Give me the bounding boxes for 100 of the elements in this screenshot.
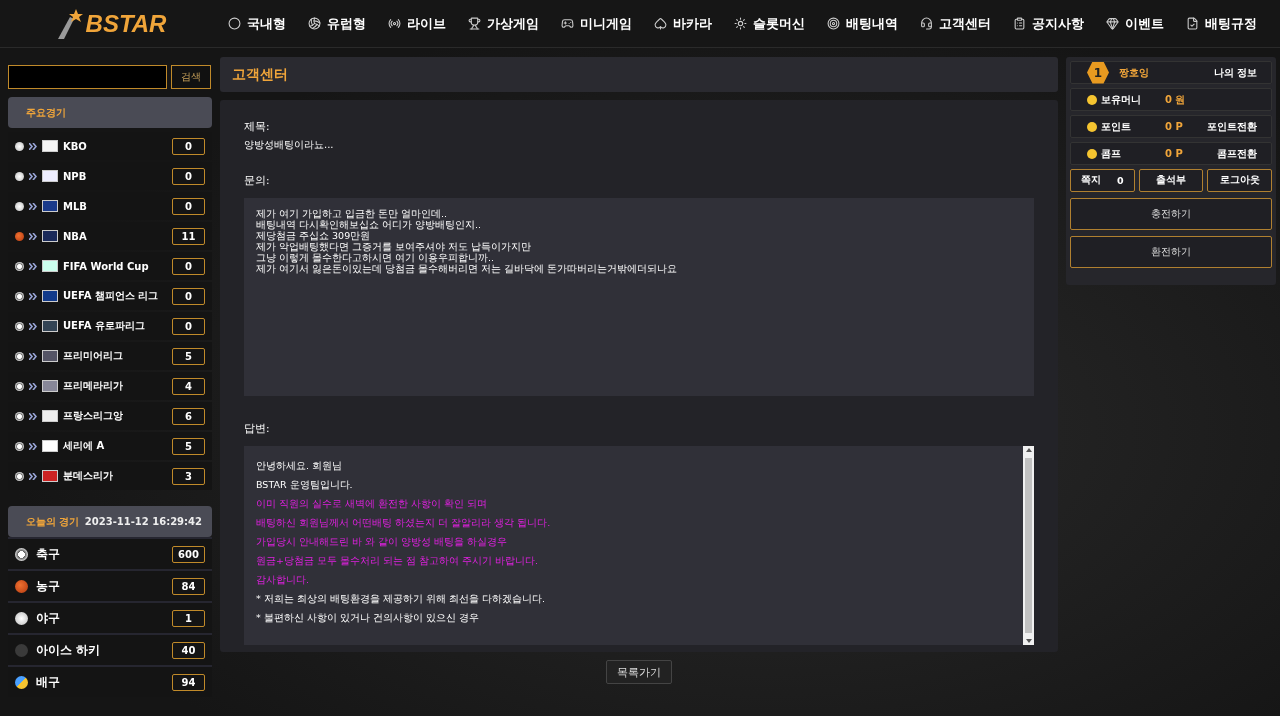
game-count: 11 (172, 227, 205, 245)
game-count: 6 (172, 407, 205, 425)
withdraw-button[interactable]: 환전하기 (1070, 236, 1272, 268)
convert-link[interactable]: 콤프전환 (1217, 146, 1257, 161)
game-count: 4 (172, 377, 205, 395)
game-count: 84 (172, 577, 205, 595)
soccer-ball-icon (15, 291, 24, 301)
logo-text: BSTAR (85, 9, 167, 38)
nav-link[interactable]: 공지사항 (1013, 14, 1084, 33)
double-chevron-icon (29, 262, 37, 270)
double-chevron-icon (29, 142, 37, 150)
league-logo-icon (42, 230, 58, 242)
sport-item[interactable]: 농구 84 (8, 569, 212, 601)
sport-item[interactable]: 축구 600 (8, 537, 212, 569)
answer-line: * 불편하신 사항이 있거나 건의사항이 있으신 경우 (256, 611, 480, 625)
answer-line: BSTAR 운영팀입니다. (256, 478, 354, 492)
league-logo-icon (42, 350, 58, 362)
baseball-icon (15, 141, 24, 151)
nav-link[interactable]: 미니게임 (561, 14, 632, 33)
back-to-list-button[interactable]: 목록가기 (606, 660, 672, 684)
league-name: FIFA World Cup (63, 260, 150, 272)
coin-icon (1087, 121, 1097, 132)
game-count: 0 (172, 167, 205, 185)
gamepad-icon (561, 17, 574, 30)
attendance-button[interactable]: 출석부 (1138, 169, 1204, 192)
baseball-icon (15, 201, 24, 211)
logout-button[interactable]: 로그아웃 (1207, 169, 1272, 192)
league-name: 세리에 A (63, 439, 106, 453)
headset-icon (920, 17, 933, 30)
document-icon (1186, 17, 1199, 30)
game-count: 5 (172, 437, 205, 455)
game-count: 40 (172, 641, 205, 659)
coin-icon (1087, 148, 1097, 159)
league-logo-icon (42, 320, 58, 332)
coin-icon (1087, 94, 1097, 105)
trophy-icon (468, 17, 481, 30)
game-count: 0 (172, 197, 205, 215)
double-chevron-icon (29, 322, 37, 330)
search-button[interactable]: 검색 (171, 65, 211, 89)
section-title: 오늘의 경기 (26, 514, 80, 529)
league-logo-icon (42, 440, 58, 452)
soccer-ball-icon (15, 471, 24, 481)
game-count: 0 (172, 137, 205, 155)
volleyball-icon (15, 675, 28, 689)
league-name: KBO (63, 140, 88, 152)
convert-link[interactable]: 포인트전환 (1207, 119, 1257, 134)
datetime-text: 2023-11-12 16:29:42 (84, 516, 202, 527)
inquiry-line: 제가 악업배팅했다면 그증거를 보여주셔야 저도 납득이가지만 (256, 241, 533, 252)
inquiry-line: 제당첨금 주십쇼 309만원 (256, 230, 372, 241)
deposit-button[interactable]: 충전하기 (1070, 198, 1272, 230)
nav-link[interactable]: 국내형 (228, 14, 286, 33)
hockey-puck-icon (15, 643, 28, 657)
field-label: 답변: (244, 422, 271, 436)
nav-link[interactable]: 라이브 (388, 14, 446, 33)
double-chevron-icon (29, 472, 37, 480)
nav-link[interactable]: 유럽형 (308, 14, 366, 33)
field-label: 제목: (244, 120, 271, 134)
my-info-link[interactable]: 나의 정보 (1213, 65, 1257, 80)
soccer-ball-icon (15, 381, 24, 391)
search-field[interactable] (8, 65, 167, 89)
page-title: 고객센터 (232, 65, 288, 84)
baseball-icon (15, 611, 28, 625)
nav-link[interactable]: 가상게임 (468, 14, 539, 33)
answer-line: * 저희는 최상의 배팅환경을 제공하기 위해 최선을 다하겠습니다. (256, 592, 546, 606)
nav-link[interactable]: 배팅내역 (827, 14, 898, 33)
balance-label: 보유머니 (1101, 92, 1142, 107)
inquiry-line: 배팅내역 다시확인해보십쇼 어디가 양방배팅인지.. (256, 219, 483, 230)
nav-link[interactable]: 고객센터 (920, 14, 991, 33)
league-name: MLB (63, 200, 88, 212)
soccer-ball-icon (15, 441, 24, 451)
nav-link[interactable]: 바카라 (654, 14, 712, 33)
balance-label: 콤프 (1101, 146, 1122, 161)
league-logo-icon (42, 410, 58, 422)
nav-link[interactable]: 이벤트 (1106, 14, 1164, 33)
game-count: 94 (172, 673, 205, 691)
game-count: 600 (172, 545, 205, 563)
sport-item[interactable]: 야구 1 (8, 601, 212, 633)
sport-name: 축구 (36, 545, 61, 563)
baseball-icon (15, 171, 24, 181)
league-logo-icon (42, 260, 58, 272)
answer-line: 가입당시 안내해드린 바 와 같이 양방성 배팅을 하실경우 (256, 535, 509, 549)
game-count: 0 (172, 317, 205, 335)
inquiry-line: 제가 여기 가입하고 입금한 돈만 얼마인데.. (256, 208, 449, 219)
game-count: 1 (172, 609, 205, 627)
league-name: 프랑스리그앙 (63, 409, 124, 423)
league-name: 프리미어리그 (63, 349, 124, 363)
soccer-ball-icon (15, 321, 24, 331)
target-icon (827, 17, 840, 30)
nav-link[interactable]: 배팅규정 (1186, 14, 1257, 33)
league-name: NPB (63, 170, 88, 182)
game-count: 0 (172, 257, 205, 275)
soccer-ball-icon (15, 351, 24, 361)
league-logo-icon (42, 170, 58, 182)
subject-text: 양방성배팅이라뇨... (244, 138, 335, 152)
memo-button[interactable]: 쪽지 0 (1070, 169, 1135, 192)
league-logo-icon (42, 200, 58, 212)
double-chevron-icon (29, 382, 37, 390)
nav-link[interactable]: 슬롯머신 (734, 14, 805, 33)
league-name: 프리메라리가 (63, 379, 124, 393)
league-name: NBA (63, 230, 88, 242)
